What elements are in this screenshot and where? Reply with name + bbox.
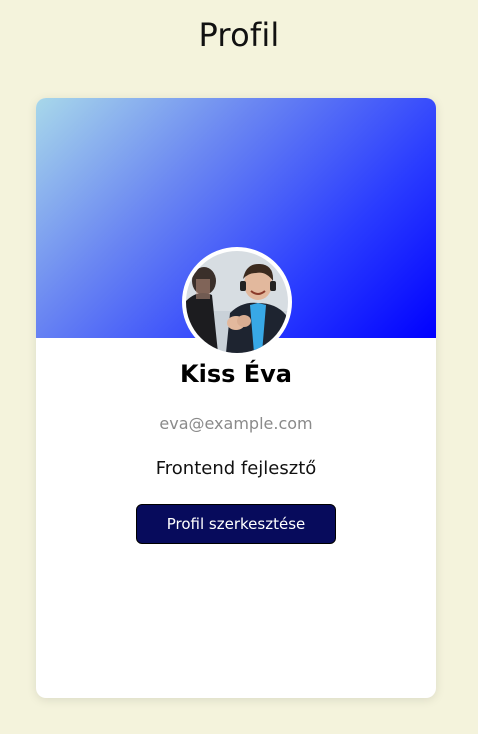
avatar-photo [186,251,288,353]
profile-email: eva@example.com [159,414,313,433]
profile-name: Kiss Éva [180,360,292,388]
edit-profile-button[interactable]: Profil szerkesztése [136,504,336,544]
page-title: Profil [198,16,280,54]
profile-card: Kiss Éva eva@example.com Frontend fejles… [36,98,436,698]
profile-role: Frontend fejlesztő [155,458,317,479]
avatar [182,247,292,357]
